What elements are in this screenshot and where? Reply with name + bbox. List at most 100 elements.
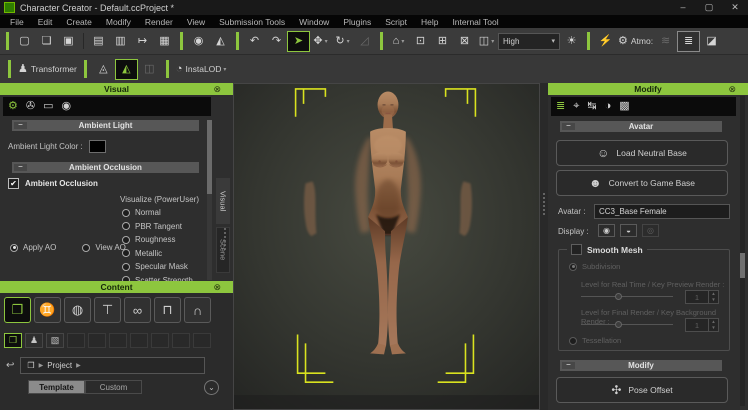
expand-icon[interactable]: ⌄	[204, 380, 219, 395]
frame-view-button[interactable]: ⊠	[454, 32, 475, 51]
light-settings-button[interactable]: ☀	[561, 32, 582, 51]
menu-item[interactable]: Script	[378, 17, 414, 27]
avatar-section[interactable]: – Avatar	[560, 121, 722, 132]
collapse-icon[interactable]: –	[14, 164, 27, 171]
visualize-radio[interactable]: Specular Mask	[122, 262, 193, 271]
avatar-name-field[interactable]: CC3_Base Female	[594, 204, 730, 219]
show-mask-button[interactable]: ◒	[620, 224, 637, 237]
flash-effect-button[interactable]: ⚡	[595, 32, 616, 51]
smooth-mesh-checkbox[interactable]	[571, 244, 582, 255]
view-ao-radio[interactable]: View AO	[82, 243, 126, 252]
bone-tab[interactable]: ⌖	[573, 101, 579, 112]
visualize-radio[interactable]: Normal	[122, 208, 193, 217]
load-neutral-base-button[interactable]: ☺ Load Neutral Base	[556, 140, 728, 166]
import-content-button[interactable]: ▤	[88, 32, 109, 51]
menu-item[interactable]: Plugins	[336, 17, 378, 27]
edit-pose-button[interactable]: ◬	[93, 60, 114, 79]
close-window-button[interactable]: ✕	[722, 2, 748, 13]
morph-tab[interactable]: ↹	[587, 101, 596, 112]
viewport-splitter[interactable]	[540, 83, 548, 410]
edit-motion-button[interactable]: ◭	[116, 60, 137, 79]
actor-category-button[interactable]: ♊	[34, 297, 61, 323]
ambient-light-section[interactable]: – Ambient Light	[12, 120, 199, 131]
show-avatar-button[interactable]: ◉	[598, 224, 615, 237]
close-panel-icon[interactable]: ⊗	[728, 83, 736, 95]
visualize-radio[interactable]: Metallic	[122, 249, 193, 258]
accessory-category-button[interactable]: ∞	[124, 297, 151, 323]
save-project-button[interactable]: ▣	[58, 32, 79, 51]
collapse-icon[interactable]: –	[562, 123, 575, 130]
menu-item[interactable]: Edit	[31, 17, 60, 27]
open-project-button[interactable]: ❏	[36, 32, 57, 51]
menu-item[interactable]: Modify	[99, 17, 138, 27]
close-panel-icon[interactable]: ⊗	[213, 281, 221, 293]
atmosphere-button[interactable]: ⚙Atmo:	[617, 32, 654, 51]
material-tab[interactable]: ◑	[605, 101, 612, 112]
send-pose-button[interactable]: ◭	[210, 32, 231, 51]
camera-frame-button[interactable]: ◫	[476, 32, 497, 51]
shadow-tab[interactable]: ▭	[43, 101, 53, 112]
home-camera-button[interactable]: ⌂	[388, 32, 409, 51]
pose-offset-button[interactable]: ✣ Pose Offset	[556, 377, 728, 403]
menu-item[interactable]: File	[3, 17, 31, 27]
new-project-button[interactable]: ▢	[14, 32, 35, 51]
export-content-button[interactable]: ▥	[110, 32, 131, 51]
visual-scrollbar[interactable]	[207, 120, 212, 280]
fit-view-button[interactable]: ⊡	[410, 32, 431, 51]
ambient-light-color-swatch[interactable]	[89, 140, 106, 153]
undo-button[interactable]: ↶	[244, 32, 265, 51]
back-icon[interactable]: ↩	[6, 360, 14, 371]
instalod-button[interactable]: ◔InstaLOD	[175, 60, 228, 79]
side-tab-visual[interactable]: Visual	[216, 178, 230, 224]
close-panel-icon[interactable]: ⊗	[213, 83, 221, 95]
goz-button[interactable]: ◉	[188, 32, 209, 51]
material-category-button[interactable]: ◍	[64, 297, 91, 323]
viewport-canvas[interactable]	[233, 83, 540, 410]
prop-category-button[interactable]: ⊓	[154, 297, 181, 323]
panel-splitter-handle[interactable]	[223, 228, 226, 250]
breadcrumb-path[interactable]: Project	[47, 361, 72, 370]
select-tool-button[interactable]: ➤	[288, 32, 309, 51]
light-tab[interactable]: ✇	[26, 101, 35, 112]
template-tab[interactable]: Template	[28, 380, 85, 394]
sub-actor-button[interactable]: ♟	[25, 333, 43, 348]
quality-select[interactable]: High	[498, 33, 560, 50]
rotate-tool-button[interactable]: ↻	[332, 32, 353, 51]
visualize-radio[interactable]: Roughness	[122, 235, 193, 244]
menu-item[interactable]: Window	[292, 17, 336, 27]
menu-item[interactable]: Create	[59, 17, 99, 27]
redo-button[interactable]: ↷	[266, 32, 287, 51]
modify-section[interactable]: – Modify	[560, 360, 722, 371]
sub-image-button[interactable]: ▧	[46, 333, 64, 348]
sub-folder-button[interactable]: ❒	[4, 333, 22, 348]
camera-tab[interactable]: ◉	[62, 101, 72, 112]
render-region-button[interactable]: ◪	[701, 32, 722, 51]
custom-tab[interactable]: Custom	[85, 380, 142, 394]
export-fbx-button[interactable]: ↦	[132, 32, 153, 51]
menu-item[interactable]: View	[180, 17, 212, 27]
cloth-category-button[interactable]: ⊤	[94, 297, 121, 323]
attribute-tab[interactable]: ≣	[556, 101, 565, 112]
move-tool-button[interactable]: ✥	[310, 32, 331, 51]
transformer-button[interactable]: ♟Transformer	[17, 60, 78, 79]
ambient-occlusion-checkbox[interactable]: ✔	[8, 178, 19, 189]
maximize-button[interactable]: ▢	[696, 2, 722, 13]
media-export-button[interactable]: ▦	[154, 32, 175, 51]
menu-item[interactable]: Help	[414, 17, 445, 27]
modify-scrollbar[interactable]	[740, 96, 745, 406]
menu-item[interactable]: Render	[138, 17, 180, 27]
collapse-icon[interactable]: –	[562, 362, 575, 369]
texture-tab[interactable]: ▩	[619, 101, 629, 112]
collapse-icon[interactable]: –	[14, 122, 27, 129]
menu-item[interactable]: Internal Tool	[445, 17, 505, 27]
convert-to-game-base-button[interactable]: ☻ Convert to Game Base	[556, 170, 728, 196]
menu-item[interactable]: Submission Tools	[212, 17, 292, 27]
ambient-occlusion-section[interactable]: – Ambient Occlusion	[12, 162, 199, 173]
visual-settings-tab[interactable]: ⚙	[8, 101, 18, 112]
stage-category-button[interactable]: ∩	[184, 297, 211, 323]
breadcrumb[interactable]: ❒ ▶ Project ▶	[20, 357, 205, 374]
minimize-button[interactable]: –	[670, 2, 696, 13]
center-view-button[interactable]: ⊞	[432, 32, 453, 51]
apply-ao-radio[interactable]: Apply AO	[10, 243, 56, 252]
folder-category-button[interactable]: ❒	[4, 297, 31, 323]
